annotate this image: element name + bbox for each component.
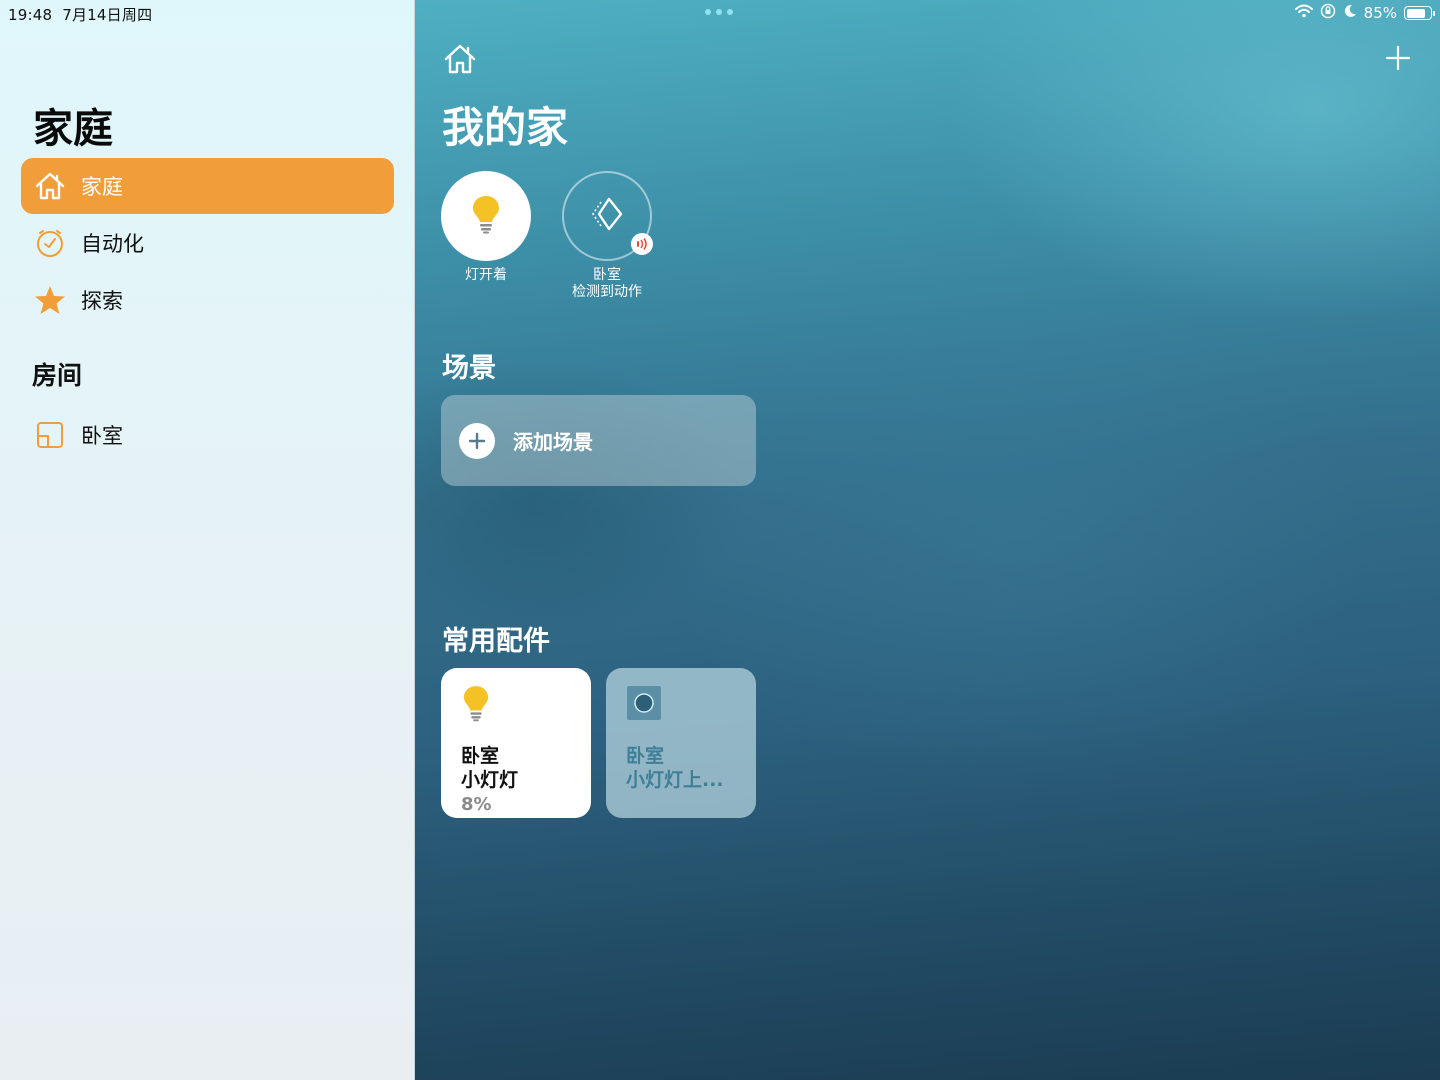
- star-icon: [33, 283, 67, 317]
- accessory-tile-switch[interactable]: 卧室 小灯灯上...: [606, 668, 756, 818]
- motion-sensor-icon: [587, 196, 627, 236]
- accessory-name: 小灯灯: [461, 769, 519, 791]
- page-title: 我的家: [442, 103, 569, 152]
- sidebar-item-discover[interactable]: 探索: [21, 272, 394, 328]
- accessory-status: 8%: [461, 794, 492, 815]
- plus-icon: [1385, 45, 1411, 71]
- lightbulb-icon: [461, 684, 571, 724]
- moon-icon: [1343, 4, 1357, 22]
- lightbulb-icon: [470, 194, 502, 238]
- status-circle: [441, 171, 531, 261]
- status-motion-detected[interactable]: 卧室 检测到动作: [552, 171, 662, 301]
- sidebar: 19:48 7月14日周四 家庭 家庭 自动化 探索 房间 卧室: [0, 0, 415, 1080]
- house-icon: [444, 44, 476, 74]
- status-bar-left: 19:48 7月14日周四: [8, 4, 162, 25]
- house-icon: [33, 169, 67, 203]
- sidebar-item-automation[interactable]: 自动化: [21, 215, 394, 271]
- rooms-section-title: 房间: [32, 361, 83, 390]
- add-button[interactable]: [1382, 42, 1414, 74]
- status-label-detail: 检测到动作: [572, 284, 642, 300]
- status-time: 19:48: [8, 6, 53, 24]
- sidebar-item-home[interactable]: 家庭: [21, 158, 394, 214]
- sidebar-item-label: 自动化: [81, 232, 144, 256]
- status-date: 7月14日周四: [62, 6, 153, 24]
- clock-icon: [33, 226, 67, 260]
- main-content: 85% 我的家 灯开着 卧室 检测到动作 场景 添加场景 常用配件 卧室 小灯灯…: [415, 0, 1440, 1080]
- accessory-name: 小灯灯上...: [626, 769, 724, 791]
- accessories-section-title: 常用配件: [442, 626, 550, 657]
- switch-icon: [626, 684, 736, 724]
- accessory-tile-light[interactable]: 卧室 小灯灯 8%: [441, 668, 591, 818]
- status-circle: [562, 171, 653, 261]
- plus-icon: [459, 422, 495, 459]
- scenes-section-title: 场景: [442, 353, 496, 384]
- sidebar-title: 家庭: [33, 106, 113, 152]
- status-lights-on[interactable]: 灯开着: [431, 171, 541, 284]
- sidebar-item-bedroom[interactable]: 卧室: [21, 407, 394, 463]
- sidebar-item-label: 家庭: [81, 175, 123, 199]
- status-bar-right: 85%: [1294, 3, 1435, 23]
- room-icon: [33, 418, 67, 452]
- multitasking-dots[interactable]: [705, 9, 733, 15]
- status-label-room: 卧室: [593, 267, 621, 283]
- battery-percent: 85%: [1363, 4, 1397, 22]
- status-label: 卧室 检测到动作: [552, 267, 662, 301]
- motion-badge-icon: [631, 233, 653, 255]
- add-scene-button[interactable]: 添加场景: [441, 395, 756, 486]
- sidebar-item-label: 卧室: [81, 424, 123, 448]
- add-scene-label: 添加场景: [513, 430, 593, 454]
- wifi-icon: [1294, 4, 1313, 22]
- accessory-room: 卧室: [461, 745, 500, 767]
- home-settings-button[interactable]: [443, 42, 477, 76]
- accessory-room: 卧室: [626, 745, 665, 767]
- battery-icon: [1404, 6, 1435, 20]
- orientation-lock-icon: [1320, 3, 1336, 23]
- sidebar-item-label: 探索: [81, 289, 123, 313]
- status-label: 灯开着: [465, 267, 507, 283]
